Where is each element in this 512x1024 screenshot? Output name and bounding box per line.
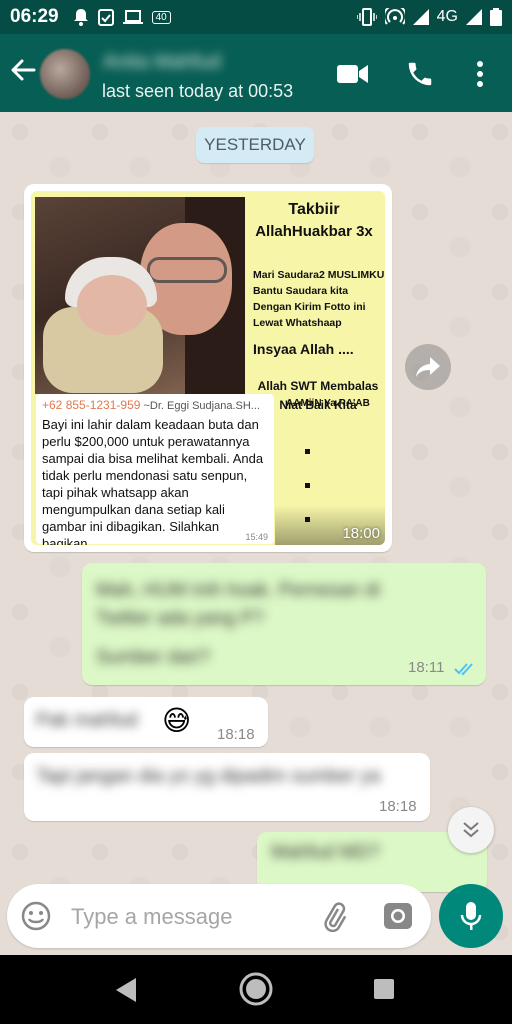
outgoing-message[interactable]: Mah, HUM inih hoak. Pernesan di Twitter … [82,563,486,685]
quoted-sender: +62 855-1231-959 ~Dr. Eggi Sudjana.SH... [42,398,260,412]
nav-recents-icon[interactable] [373,978,395,1000]
message-time: 18:11 [408,659,445,676]
quoted-time: 15:49 [245,532,268,542]
quoted-message: +62 855-1231-959 ~Dr. Eggi Sudjana.SH...… [36,394,274,545]
message-time: 18:00 [342,525,380,542]
baby-photo [35,197,245,397]
microphone-icon [460,902,482,930]
date-separator: YESTERDAY [196,127,314,163]
poster-subtitle: Mari Saudara2 MUSLIMKU Bantu Saudara kit… [253,269,385,329]
sweat-smile-emoji: 😅 [162,705,192,736]
read-receipt-icon [454,663,473,676]
poster-insya: Insyaa Allah .... [253,341,354,357]
message-time: 18:18 [379,798,417,815]
poster-dot [305,449,310,454]
clipboard-check-icon [97,9,114,26]
signal-icon-2 [466,9,482,25]
laptop-icon [122,10,143,24]
poster-dot [305,483,310,488]
hotspot-icon [384,8,405,25]
nav-back-icon[interactable] [114,977,138,1003]
battery-icon [490,8,502,26]
avatar[interactable] [40,49,90,99]
chat-area[interactable]: YESTERDAY Takbiir AllahHuakbar 3x Mari S… [0,112,512,955]
quoted-text: Bayi ini lahir dalam keadaan buta dan pe… [42,417,264,545]
poster-aamiin: AAMiiN Ya RA'AB [286,398,370,409]
last-seen-status: last seen today at 00:53 [102,81,294,101]
vibrate-icon [356,8,377,26]
nav-home-icon[interactable] [238,971,274,1007]
message-text: Tapi jangan dia yo yg dipadim sumber ya [36,766,381,787]
back-arrow-icon[interactable] [8,55,38,85]
poster-title-line1: Takbiir [288,201,340,218]
message-text-2: Sumber dari? [96,647,211,668]
video-call-icon[interactable] [337,63,369,85]
image-message[interactable]: Takbiir AllahHuakbar 3x Mari Saudara2 MU… [24,184,392,552]
message-composer [7,884,431,948]
contact-name[interactable]: Anita Mahfud [103,51,221,74]
notification-badge: 40 [151,10,171,24]
status-time: 06:29 [10,6,59,27]
attachment-icon[interactable] [320,902,350,932]
forwarded-image[interactable]: Takbiir AllahHuakbar 3x Mari Saudara2 MU… [31,191,385,545]
message-time: 18:18 [217,726,255,743]
more-options-icon[interactable] [476,61,484,87]
poster-title-line2: AllahHuakbar 3x [255,223,373,240]
forward-icon [416,357,440,377]
message-input[interactable] [69,899,293,935]
double-chevron-down-icon [463,822,479,838]
message-text: Mah, HUM inih hoak. Pernesan di Twitter … [96,580,381,629]
voice-record-button[interactable] [439,884,503,948]
voice-call-icon[interactable] [405,59,435,89]
message-text: Pak mahfud [36,710,138,731]
chat-header: Anita Mahfud last seen today at 00:53 [0,34,512,112]
notification-bell-icon [73,9,88,26]
incoming-message[interactable]: Pak mahfud 😅 18:18 [24,697,268,747]
message-text: Mahfud MD? [271,842,380,863]
emoji-icon[interactable] [21,901,51,931]
network-type: 4G [436,8,458,25]
signal-icon [412,9,429,25]
status-bar: 06:29 40 4G [0,0,512,34]
camera-icon[interactable] [383,902,413,930]
android-nav-bar [0,955,512,1024]
incoming-message[interactable]: Tapi jangan dia yo yg dipadim sumber ya … [24,753,430,821]
scroll-to-bottom-button[interactable] [448,807,494,853]
forward-button[interactable] [405,344,451,390]
